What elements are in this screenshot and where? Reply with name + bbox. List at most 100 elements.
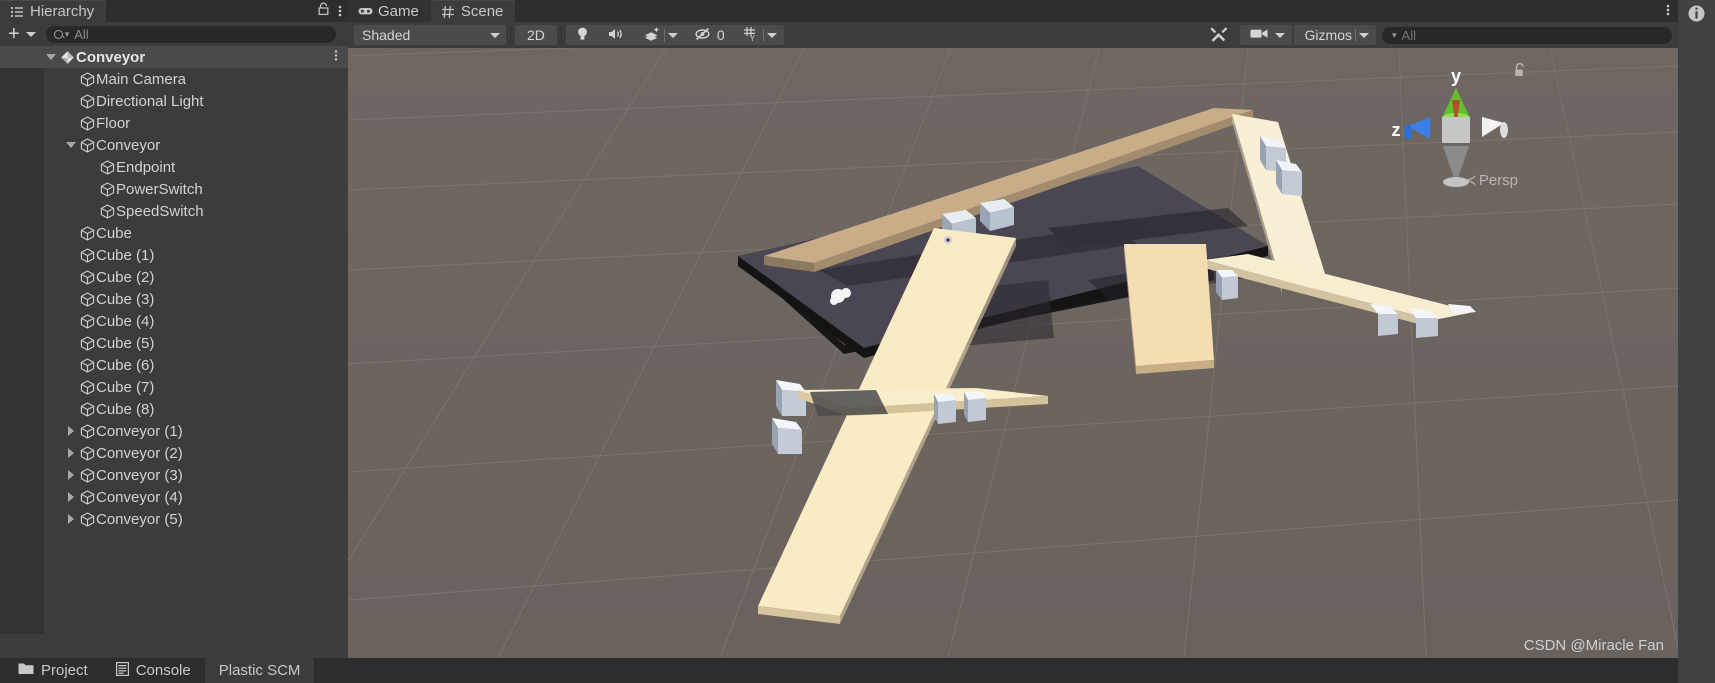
hierarchy-item-endpoint[interactable]: Endpoint	[0, 156, 348, 178]
kebab-menu-icon[interactable]	[338, 4, 342, 20]
hierarchy-item-conveyor-2[interactable]: Conveyor (2)	[0, 442, 348, 464]
gizmo-z-axis	[1404, 117, 1430, 140]
hierarchy-item-floor[interactable]: Floor	[0, 112, 348, 134]
hierarchy-item-cube-8[interactable]: Cube (8)	[0, 398, 348, 420]
chevron-down-icon[interactable]	[667, 32, 678, 38]
scene-toolbar: Shaded 2D 0 Y Gizmos ▾ All	[348, 22, 1678, 48]
chevron-down-icon[interactable]	[64, 142, 78, 148]
hierarchy-item-label: Main Camera	[96, 70, 187, 88]
chevron-down-icon[interactable]	[766, 32, 777, 38]
grid-visibility-button[interactable]: Y	[733, 25, 784, 45]
hierarchy-item-cube[interactable]: Cube	[0, 222, 348, 244]
hierarchy-item-conveyor-4[interactable]: Conveyor (4)	[0, 486, 348, 508]
scene-search-box[interactable]: ▾	[1382, 26, 1672, 44]
bottom-dock-tabs: Project Console Plastic SCM	[0, 658, 1678, 683]
add-gameobject-button[interactable]: +	[6, 24, 22, 44]
tab-project[interactable]: Project	[4, 658, 102, 683]
hierarchy-item-conveyor[interactable]: Conveyor	[0, 46, 348, 68]
hierarchy-item-label: Conveyor (5)	[96, 510, 183, 528]
chevron-right-icon[interactable]	[64, 448, 78, 458]
hierarchy-item-label: Cube (6)	[96, 356, 155, 374]
chevron-down-icon[interactable]	[1274, 32, 1285, 38]
hierarchy-item-main-camera[interactable]: Main Camera	[0, 68, 348, 90]
chevron-down-icon[interactable]	[44, 54, 58, 60]
hierarchy-item-cube-4[interactable]: Cube (4)	[0, 310, 348, 332]
hierarchy-search-input[interactable]	[74, 26, 328, 42]
hierarchy-item-cube-3[interactable]: Cube (3)	[0, 288, 348, 310]
hierarchy-bottom-strip	[0, 634, 348, 658]
gizmos-dropdown[interactable]: Gizmos	[1293, 25, 1376, 45]
lighting-toggle-button[interactable]	[565, 25, 599, 45]
toggle-2d-button[interactable]: 2D	[515, 25, 557, 45]
hierarchy-item-label: Cube	[96, 224, 132, 242]
hierarchy-item-directional-light[interactable]: Directional Light	[0, 90, 348, 112]
gameobject-cube-icon	[78, 115, 96, 131]
hierarchy-toolbar: + ▾	[0, 22, 348, 46]
hierarchy-item-label: Cube (3)	[96, 290, 155, 308]
hierarchy-item-conveyor-1[interactable]: Conveyor (1)	[0, 420, 348, 442]
info-circle-icon[interactable]	[1687, 4, 1706, 28]
gameobject-cube-icon	[78, 445, 96, 461]
chevron-right-icon[interactable]	[64, 492, 78, 502]
grid-hash-icon	[441, 5, 455, 19]
hierarchy-item-speedswitch[interactable]: SpeedSwitch	[0, 200, 348, 222]
chevron-right-icon[interactable]	[64, 470, 78, 480]
gameobject-cube-icon	[78, 357, 96, 373]
tab-hierarchy[interactable]: Hierarchy	[0, 0, 107, 22]
hierarchy-item-cube-5[interactable]: Cube (5)	[0, 332, 348, 354]
chevron-right-icon[interactable]	[64, 514, 78, 524]
hierarchy-item-label: Floor	[96, 114, 131, 132]
chevron-down-icon	[1359, 32, 1369, 38]
scene-tools-button[interactable]	[1198, 25, 1240, 45]
gameobject-cube-icon	[98, 181, 116, 197]
gizmo-lock-button[interactable]	[1512, 62, 1528, 79]
right-side-panel	[1678, 0, 1715, 683]
gameobject-cube-icon	[78, 511, 96, 527]
hierarchy-item-cube-6[interactable]: Cube (6)	[0, 354, 348, 376]
tab-game[interactable]: Game	[348, 0, 431, 22]
audio-toggle-button[interactable]	[598, 25, 634, 45]
hierarchy-tree[interactable]: Conveyor Main Camera Directional Light Floo…	[0, 46, 348, 634]
tab-scene[interactable]: Scene	[430, 0, 516, 22]
effects-toggle-button[interactable]	[633, 25, 685, 45]
lock-icon[interactable]	[317, 2, 330, 21]
projection-mode-toggle[interactable]: ≺ Persp	[1464, 171, 1518, 190]
gameobject-cube-icon	[78, 247, 96, 263]
hierarchy-item-powerswitch[interactable]: PowerSwitch	[0, 178, 348, 200]
tab-plastic-scm-label: Plastic SCM	[218, 662, 301, 679]
scene-orientation-gizmo[interactable]: y z	[1386, 66, 1526, 211]
hierarchy-item-conveyor[interactable]: Conveyor	[0, 134, 348, 156]
hierarchy-item-cube-1[interactable]: Cube (1)	[0, 244, 348, 266]
tab-plastic-scm[interactable]: Plastic SCM	[204, 658, 315, 683]
effects-layers-icon	[643, 26, 661, 44]
hidden-objects-button[interactable]: 0	[684, 25, 734, 45]
chevron-down-icon	[490, 32, 500, 38]
chevron-down-icon[interactable]	[25, 31, 36, 37]
hierarchy-item-menu-icon[interactable]	[334, 49, 338, 65]
hierarchy-panel: Hierarchy + ▾ All Conveyor Main Camera D…	[0, 0, 348, 658]
draw-mode-dropdown[interactable]: Shaded	[354, 25, 506, 45]
grid-axis-y-icon: Y	[743, 26, 760, 45]
toggle-2d-label: 2D	[527, 27, 545, 43]
draw-mode-label: Shaded	[362, 27, 411, 43]
hierarchy-item-cube-7[interactable]: Cube (7)	[0, 376, 348, 398]
camera-icon	[1250, 27, 1269, 43]
hierarchy-item-cube-2[interactable]: Cube (2)	[0, 266, 348, 288]
hierarchy-item-label: Endpoint	[116, 158, 176, 176]
tab-console[interactable]: Console	[102, 658, 205, 683]
hierarchy-item-label: Conveyor	[96, 136, 161, 154]
lightbulb-icon	[575, 26, 590, 45]
scene-viewport[interactable]: y z ≺ Persp CSDN @Miracle Fan	[348, 48, 1678, 658]
tab-console-label: Console	[135, 662, 191, 679]
scene-tab-menu-icon[interactable]	[1666, 3, 1670, 20]
hierarchy-item-conveyor-3[interactable]: Conveyor (3)	[0, 464, 348, 486]
hierarchy-item-label: Conveyor (3)	[96, 466, 183, 484]
scene-search-input[interactable]	[1401, 27, 1664, 43]
scene-camera-button[interactable]	[1239, 25, 1292, 45]
hierarchy-item-label: SpeedSwitch	[116, 202, 204, 220]
gameobject-cube-icon	[78, 401, 96, 417]
hierarchy-item-conveyor-5[interactable]: Conveyor (5)	[0, 508, 348, 530]
chevron-right-icon[interactable]	[64, 426, 78, 436]
hierarchy-search-box[interactable]: ▾	[45, 25, 336, 43]
gameobject-cube-icon	[98, 159, 116, 175]
